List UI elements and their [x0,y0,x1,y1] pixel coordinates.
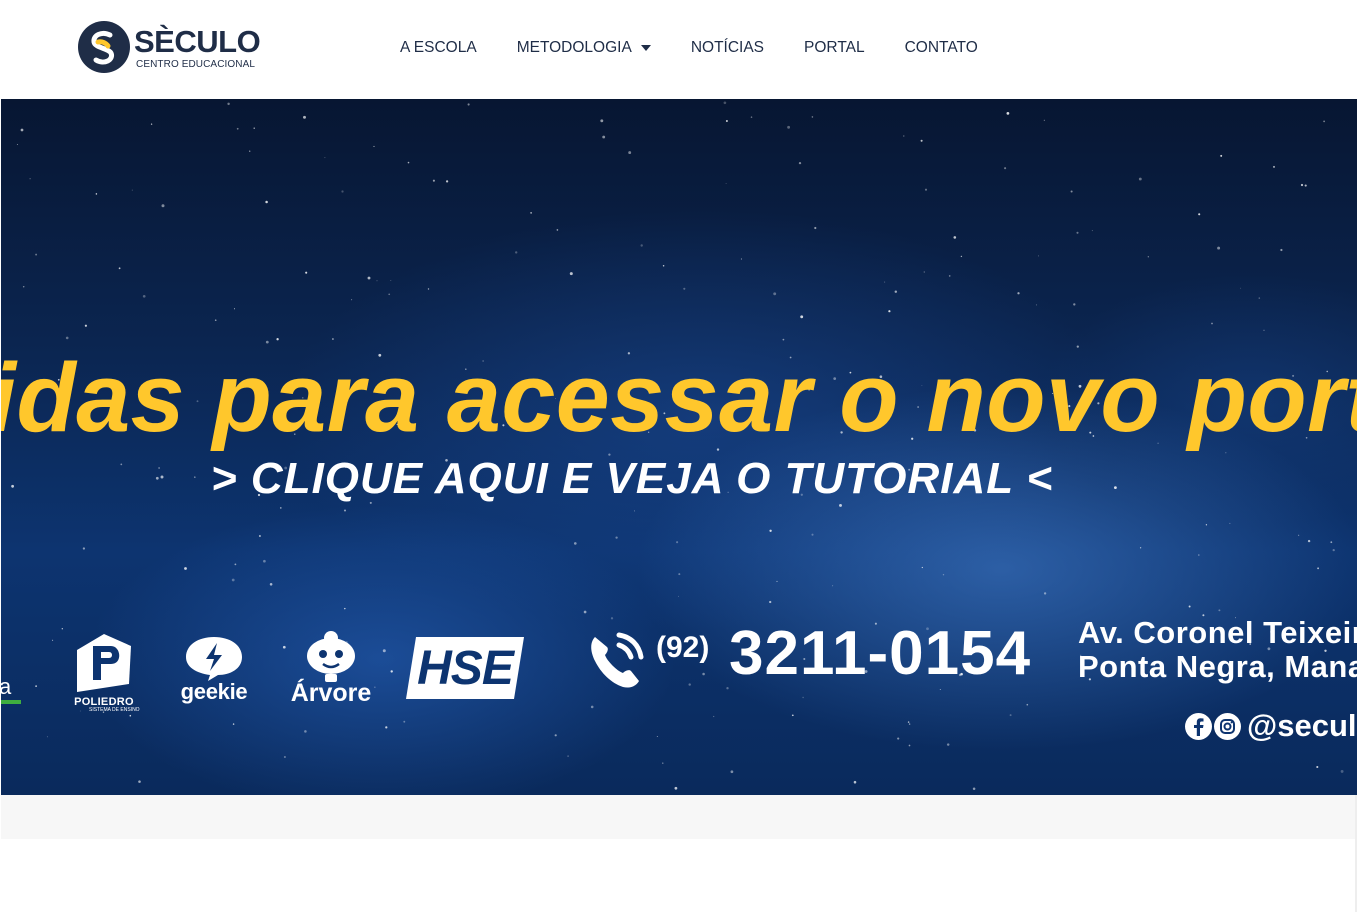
geekie-logo-icon [186,637,242,681]
site-logo[interactable]: SÈCULO CENTRO EDUCACIONAL [78,20,268,76]
logo-tagline: CENTRO EDUCACIONAL [136,59,256,70]
phone-icon[interactable] [585,627,649,691]
nav-item-label: PORTAL [804,39,865,56]
partner-logo-cut: a [1,674,12,699]
hse-logo-label: HSE [417,642,514,695]
hero-banner[interactable]: idas para acessar o novo portal > CLIQUE… [1,99,1357,795]
nav-item-label: CONTATO [904,39,978,56]
nav-item-label: A ESCOLA [400,39,477,56]
main-nav: A ESCOLA METODOLOGIA NOTÍCIAS PORTAL CON… [380,30,998,66]
logo-wordmark: SÈCULO [134,24,261,59]
geekie-logo-label: geekie [180,679,248,704]
tutorial-link[interactable]: > CLIQUE AQUI E VEJA O TUTORIAL < [211,457,1053,501]
nav-item-metodologia[interactable]: METODOLOGIA [497,39,671,57]
partner-logo-cut-bar [1,700,21,704]
arvore-logo-label: Árvore [290,679,372,707]
facebook-icon[interactable] [1185,713,1212,740]
section-divider [1,795,1357,839]
poliedro-logo-icon [77,634,131,692]
nav-item-label: METODOLOGIA [516,39,632,56]
logo-mark-icon [78,21,130,73]
nav-item-portal[interactable]: PORTAL [784,39,885,57]
poliedro-logo-sublabel: SISTEMA DE ENSINO [89,707,140,713]
address-line-2: Ponta Negra, Manaus [1078,649,1357,684]
social-handle: @seculo [1247,708,1357,743]
instagram-icon[interactable] [1214,713,1241,740]
nav-item-contato[interactable]: CONTATO [885,39,998,57]
nav-item-noticias[interactable]: NOTÍCIAS [671,39,784,57]
nav-item-a-escola[interactable]: A ESCOLA [380,39,497,57]
nav-item-label: NOTÍCIAS [690,39,765,56]
arvore-mascot-icon [307,631,355,682]
chevron-down-icon [640,45,651,51]
phone-area-code: (92) [656,631,710,664]
site-header: SÈCULO CENTRO EDUCACIONAL A ESCOLA METOD… [0,0,1357,98]
phone-number[interactable]: 3211-0154 [729,623,1031,685]
address-line-1: Av. Coronel Teixeira [1078,615,1357,650]
hero-headline: idas para acessar o novo portal [1,343,1357,452]
